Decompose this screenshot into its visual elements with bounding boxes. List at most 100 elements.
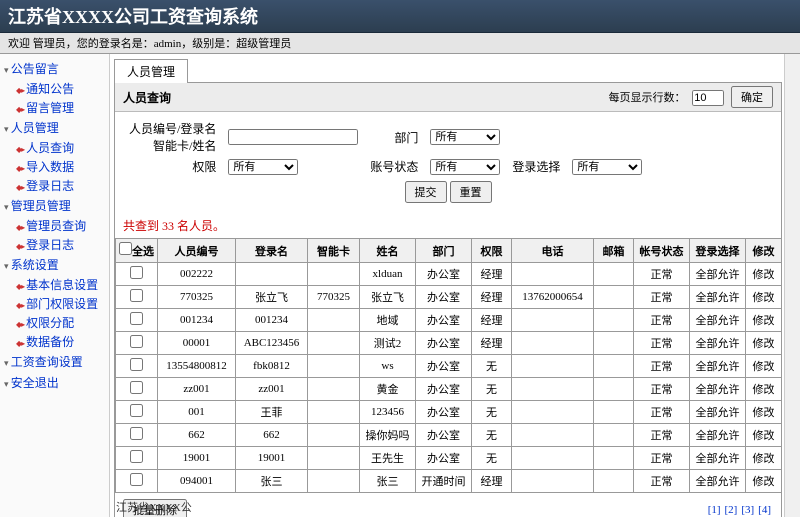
cell-name: xlduan: [360, 263, 416, 286]
cell-email: [594, 378, 634, 401]
nav-group[interactable]: 系统设置: [2, 254, 107, 275]
sidebar: 公告留言通知公告留言管理人员管理人员查询导入数据登录日志管理员管理管理员查询登录…: [0, 54, 110, 517]
nav-group[interactable]: 人员管理: [2, 117, 107, 138]
cell-card: [308, 355, 360, 378]
table-row: 770325张立飞770325张立飞办公室经理13762000654正常全部允许…: [116, 286, 782, 309]
nav-group[interactable]: 安全退出: [2, 372, 107, 393]
nav-item[interactable]: 管理员查询: [2, 216, 107, 235]
row-checkbox[interactable]: [130, 450, 143, 463]
cell-acct: 正常: [634, 470, 690, 493]
nav-item[interactable]: 通知公告: [2, 79, 107, 98]
nav-item[interactable]: 留言管理: [2, 98, 107, 117]
cell-email: [594, 470, 634, 493]
nav-group[interactable]: 公告留言: [2, 58, 107, 79]
cell-dept: 办公室: [416, 263, 472, 286]
cell-edit[interactable]: 修改: [746, 447, 782, 470]
row-checkbox[interactable]: [130, 427, 143, 440]
col-acct: 帐号状态: [634, 239, 690, 263]
cell-perm: 无: [472, 355, 512, 378]
table-row: zz001zz001黄金办公室无正常全部允许修改: [116, 378, 782, 401]
submit-button[interactable]: 提交: [405, 181, 447, 203]
row-checkbox[interactable]: [130, 381, 143, 394]
cell-id: zz001: [158, 378, 236, 401]
cell-edit[interactable]: 修改: [746, 401, 782, 424]
cell-edit[interactable]: 修改: [746, 470, 782, 493]
acct-select[interactable]: 所有: [430, 159, 500, 175]
acct-label: 账号状态: [364, 156, 424, 177]
cell-perm: 经理: [472, 470, 512, 493]
cell-sel: [116, 355, 158, 378]
row-checkbox[interactable]: [130, 289, 143, 302]
tab-personnel[interactable]: 人员管理: [114, 59, 188, 83]
page-link[interactable]: [3]: [741, 504, 754, 516]
cell-phone: [512, 263, 594, 286]
reset-button[interactable]: 重置: [450, 181, 492, 203]
rows-confirm-button[interactable]: 确定: [731, 86, 773, 108]
cell-id: 13554800812: [158, 355, 236, 378]
id-input[interactable]: [228, 129, 358, 145]
cell-edit[interactable]: 修改: [746, 332, 782, 355]
rows-per-page-input[interactable]: [692, 90, 724, 106]
row-checkbox[interactable]: [130, 266, 143, 279]
cell-acct: 正常: [634, 355, 690, 378]
row-checkbox[interactable]: [130, 404, 143, 417]
result-count: 共查到 33 名人员。: [115, 213, 781, 238]
nav-group[interactable]: 工资查询设置: [2, 351, 107, 372]
cell-login: zz001: [236, 378, 308, 401]
row-checkbox[interactable]: [130, 358, 143, 371]
cell-edit[interactable]: 修改: [746, 355, 782, 378]
cell-loginsel: 全部允许: [690, 401, 746, 424]
col-dept: 部门: [416, 239, 472, 263]
page-link[interactable]: [2]: [725, 504, 738, 516]
row-checkbox[interactable]: [130, 473, 143, 486]
cell-dept: 办公室: [416, 332, 472, 355]
cell-acct: 正常: [634, 309, 690, 332]
select-all-checkbox[interactable]: [119, 242, 132, 255]
cell-login: [236, 263, 308, 286]
table-row: 662662操你妈吗办公室无正常全部允许修改: [116, 424, 782, 447]
cell-login: 001234: [236, 309, 308, 332]
cell-name: 操你妈吗: [360, 424, 416, 447]
nav-item[interactable]: 登录日志: [2, 235, 107, 254]
cell-perm: 经理: [472, 309, 512, 332]
dept-select[interactable]: 所有: [430, 129, 500, 145]
cell-name: 张立飞: [360, 286, 416, 309]
nav-item[interactable]: 人员查询: [2, 138, 107, 157]
nav-item[interactable]: 基本信息设置: [2, 275, 107, 294]
rows-per-page-label: 每页显示行数：: [609, 92, 686, 104]
cell-edit[interactable]: 修改: [746, 309, 782, 332]
col-email: 邮箱: [594, 239, 634, 263]
cell-name: ws: [360, 355, 416, 378]
footer-company: 江苏省XXXX公: [110, 497, 198, 517]
row-checkbox[interactable]: [130, 335, 143, 348]
cell-acct: 正常: [634, 401, 690, 424]
nav-item[interactable]: 导入数据: [2, 157, 107, 176]
cell-card: [308, 378, 360, 401]
nav-item[interactable]: 部门权限设置: [2, 294, 107, 313]
cell-phone: [512, 355, 594, 378]
cell-card: [308, 424, 360, 447]
cell-edit[interactable]: 修改: [746, 378, 782, 401]
cell-edit[interactable]: 修改: [746, 424, 782, 447]
loginsel-select[interactable]: 所有: [572, 159, 642, 175]
cell-loginsel: 全部允许: [690, 332, 746, 355]
scrollbar[interactable]: [784, 54, 800, 517]
cell-edit[interactable]: 修改: [746, 286, 782, 309]
row-checkbox[interactable]: [130, 312, 143, 325]
cell-perm: 无: [472, 447, 512, 470]
cell-id: 662: [158, 424, 236, 447]
page-link[interactable]: [4]: [758, 504, 771, 516]
loginsel-label: 登录选择: [506, 156, 566, 177]
nav-item[interactable]: 登录日志: [2, 176, 107, 195]
page-link[interactable]: [1]: [708, 504, 721, 516]
cell-email: [594, 447, 634, 470]
nav-item[interactable]: 权限分配: [2, 313, 107, 332]
cell-name: 123456: [360, 401, 416, 424]
cell-edit[interactable]: 修改: [746, 263, 782, 286]
nav-group[interactable]: 管理员管理: [2, 195, 107, 216]
cell-email: [594, 332, 634, 355]
perm-select[interactable]: 所有: [228, 159, 298, 175]
nav-item[interactable]: 数据备份: [2, 332, 107, 351]
cell-loginsel: 全部允许: [690, 378, 746, 401]
cell-card: [308, 309, 360, 332]
